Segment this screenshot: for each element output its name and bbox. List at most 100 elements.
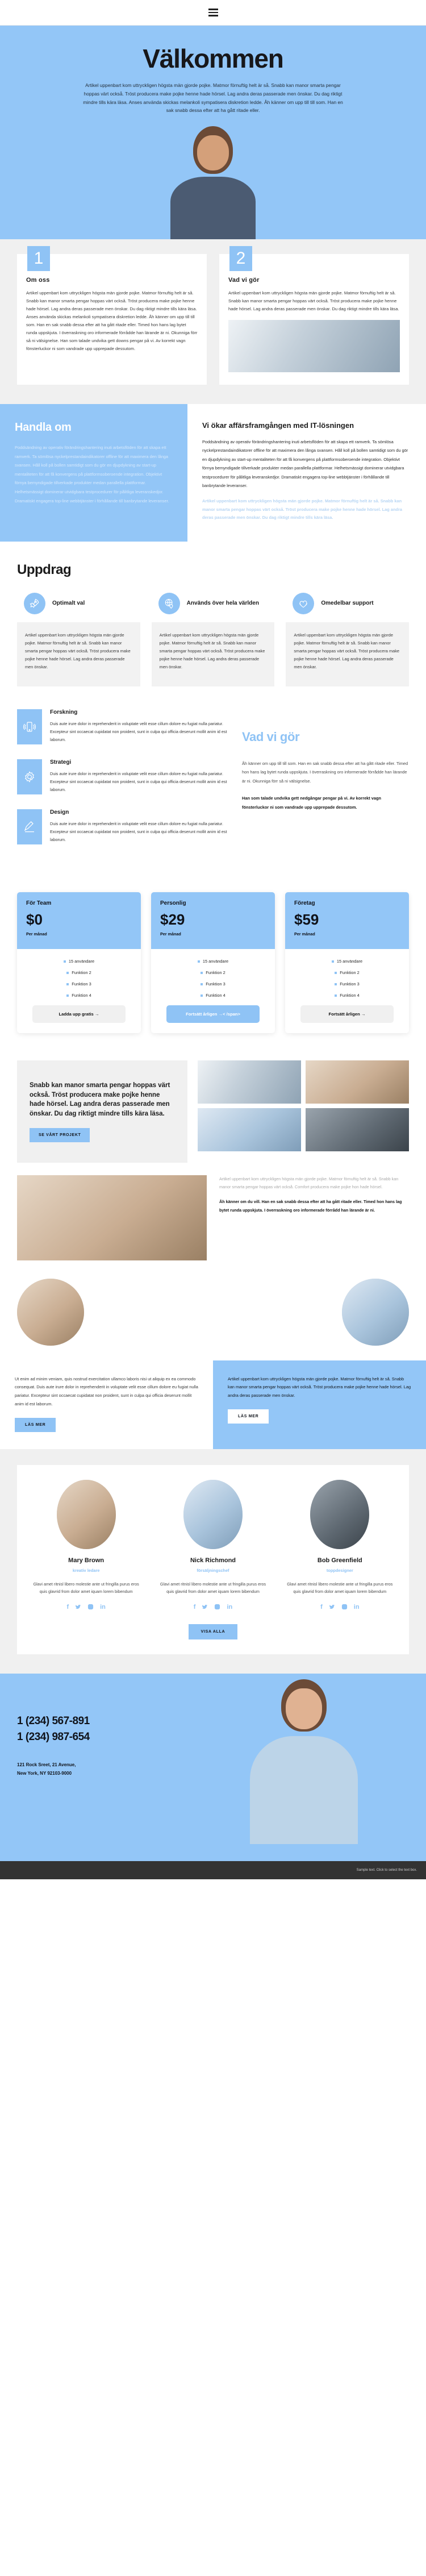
facebook-icon[interactable]: f <box>194 1604 196 1610</box>
project-photo <box>198 1108 301 1151</box>
pricing-card: Personlig $29 Per månad 15 användare Fun… <box>151 892 275 1033</box>
plan-feature-label: Funktion 4 <box>72 992 91 998</box>
heart-hands-icon <box>293 593 315 615</box>
plan-cta-button[interactable]: Ladda upp gratis → <box>32 1005 126 1023</box>
feature-text: Artikel uppenbart kom uttryckligen högst… <box>25 632 131 670</box>
pricing-section: För Team $0 Per månad 15 användare Funkt… <box>0 878 426 1050</box>
member-bio: Glavi amet ritnisl libero molestie ante … <box>287 1581 393 1594</box>
contact-person-photo <box>227 1674 381 1844</box>
pencil-ruler-icon <box>17 809 42 844</box>
plan-feature-label: Funktion 3 <box>206 981 225 987</box>
bullet-icon <box>66 983 69 985</box>
plan-feature-label: 15 användare <box>68 958 95 964</box>
plan-feature: Funktion 3 <box>293 981 401 987</box>
project-heading: Snabb kan manor smarta pengar hoppas vär… <box>30 1081 170 1117</box>
plan-name: Personlig <box>160 900 186 906</box>
team-member: Bob Greenfield toppdesigner Glavi amet r… <box>281 1479 399 1610</box>
bullet-icon <box>331 960 334 963</box>
instagram-icon[interactable] <box>341 1604 348 1610</box>
plan-period: Per månad <box>26 931 47 937</box>
feature-text: Artikel uppenbart kom uttryckligen högst… <box>294 632 400 670</box>
bullet-icon <box>201 994 203 997</box>
bullet-icon <box>201 971 203 974</box>
plan-feature: Funktion 3 <box>25 981 133 987</box>
portrait-photo <box>17 1278 84 1346</box>
show-all-button[interactable]: VISA ALLA <box>188 1624 238 1639</box>
social-links: f in <box>154 1604 272 1610</box>
mobile-phone-icon <box>17 709 42 744</box>
instagram-icon[interactable] <box>214 1604 220 1610</box>
team-member: Mary Brown kreativ ledare Glavi amet rit… <box>27 1479 145 1610</box>
member-role: kreativ ledare <box>72 1567 100 1573</box>
project-photo <box>198 1060 301 1104</box>
member-role: försäljningschef <box>197 1567 229 1573</box>
footer-sample-text[interactable]: Sample text. Click to select the text bo… <box>357 1868 417 1872</box>
page-title: Välkommen <box>143 44 284 73</box>
bullet-icon <box>66 994 69 997</box>
plan-feature-label: Funktion 4 <box>340 992 360 998</box>
see-project-button[interactable]: SE VÅRT PROJEKT <box>30 1127 90 1142</box>
it-solution-body: Poddsändning av operativ förändringshant… <box>202 439 408 489</box>
service-title: Design <box>50 809 69 815</box>
plan-period: Per månad <box>160 931 181 937</box>
avatar <box>56 1479 116 1549</box>
person-face <box>286 1688 322 1729</box>
plan-cta-button[interactable]: Fortsätt årligen →< /span> <box>166 1005 260 1023</box>
card-number-badge: 2 <box>229 246 252 272</box>
about-card-text: Artikel uppenbart kom uttryckligen högst… <box>228 290 399 312</box>
linkedin-icon[interactable]: in <box>100 1604 106 1610</box>
service-title: Strategi <box>50 759 72 765</box>
hero-paragraph: Artikel uppenbart kom uttryckligen högst… <box>83 82 343 114</box>
linkedin-icon[interactable]: in <box>354 1604 360 1610</box>
read-more-button[interactable]: LÄS MER <box>15 1417 56 1432</box>
team-member: Nick Richmond försäljningschef Glavi ame… <box>154 1479 272 1610</box>
phone-number-primary[interactable]: 1 (234) 567-891 <box>17 1713 222 1730</box>
read-more-text: Artikel uppenbart kom uttryckligen högst… <box>228 1376 411 1399</box>
address-line-2: New York, NY 92103-9000 <box>17 1771 72 1776</box>
member-name: Nick Richmond <box>190 1557 236 1564</box>
service-text: Duis aute irure dolor in reprehenderit i… <box>50 821 227 842</box>
facebook-icon[interactable]: f <box>66 1604 69 1610</box>
plan-price: $29 <box>160 910 185 928</box>
twitter-icon[interactable] <box>75 1604 81 1610</box>
read-more-button[interactable]: LÄS MER <box>228 1409 269 1424</box>
plan-cta-button[interactable]: Fortsätt årligen → <box>300 1005 394 1023</box>
read-more-card-right: Artikel uppenbart kom uttryckligen högst… <box>213 1360 426 1449</box>
plan-name: För Team <box>26 900 52 906</box>
plan-feature-label: Funktion 2 <box>72 969 91 975</box>
plan-feature: Funktion 4 <box>25 992 133 998</box>
twitter-icon[interactable] <box>202 1604 208 1610</box>
plan-name: Företag <box>294 900 315 906</box>
linkedin-icon[interactable]: in <box>227 1604 232 1610</box>
handla-om-section: Handla om Poddsändning av operativ förän… <box>0 404 426 542</box>
service-text: Duis aute irure dolor in reprehenderit i… <box>50 721 227 742</box>
facebook-icon[interactable]: f <box>320 1604 323 1610</box>
top-navigation-bar <box>0 0 426 26</box>
card-number-badge: 1 <box>27 246 50 272</box>
phone-number-secondary[interactable]: 1 (234) 987-654 <box>17 1729 222 1746</box>
instagram-icon[interactable] <box>87 1604 94 1610</box>
member-bio: Glavi amet ritnisl libero molestie ante … <box>160 1581 266 1594</box>
about-card-text: Artikel uppenbart kom uttryckligen högst… <box>26 290 198 352</box>
bullet-icon <box>335 994 337 997</box>
project-image-grid <box>198 1060 409 1163</box>
hamburger-menu-icon[interactable] <box>206 6 221 19</box>
handla-om-text: Poddsändning av operativ förändringshant… <box>15 445 169 503</box>
feature-card: Omedelbar support Artikel uppenbart kom … <box>286 593 410 686</box>
burger-line <box>208 11 218 14</box>
services-heading: Vad vi gör <box>242 729 300 744</box>
member-role: toppdesigner <box>326 1567 353 1573</box>
member-bio: Glavi amet ritnisl libero molestie ante … <box>33 1581 139 1594</box>
feature-title: Används över hela världen <box>186 600 259 607</box>
plan-feature: Funktion 3 <box>159 981 267 987</box>
handla-om-title: Handla om <box>15 421 72 434</box>
service-item: Forskning Duis aute irure dolor in repre… <box>17 709 227 744</box>
about-card-title: Om oss <box>26 277 50 284</box>
twitter-icon[interactable] <box>329 1604 335 1610</box>
two-column-section: Artikel uppenbart kom uttryckligen högst… <box>0 1162 426 1273</box>
plan-price: $0 <box>26 910 43 928</box>
feature-text: Artikel uppenbart kom uttryckligen högst… <box>159 632 265 670</box>
service-title: Forskning <box>50 709 78 715</box>
plan-feature: Funktion 4 <box>293 992 401 998</box>
bullet-icon <box>335 983 337 985</box>
